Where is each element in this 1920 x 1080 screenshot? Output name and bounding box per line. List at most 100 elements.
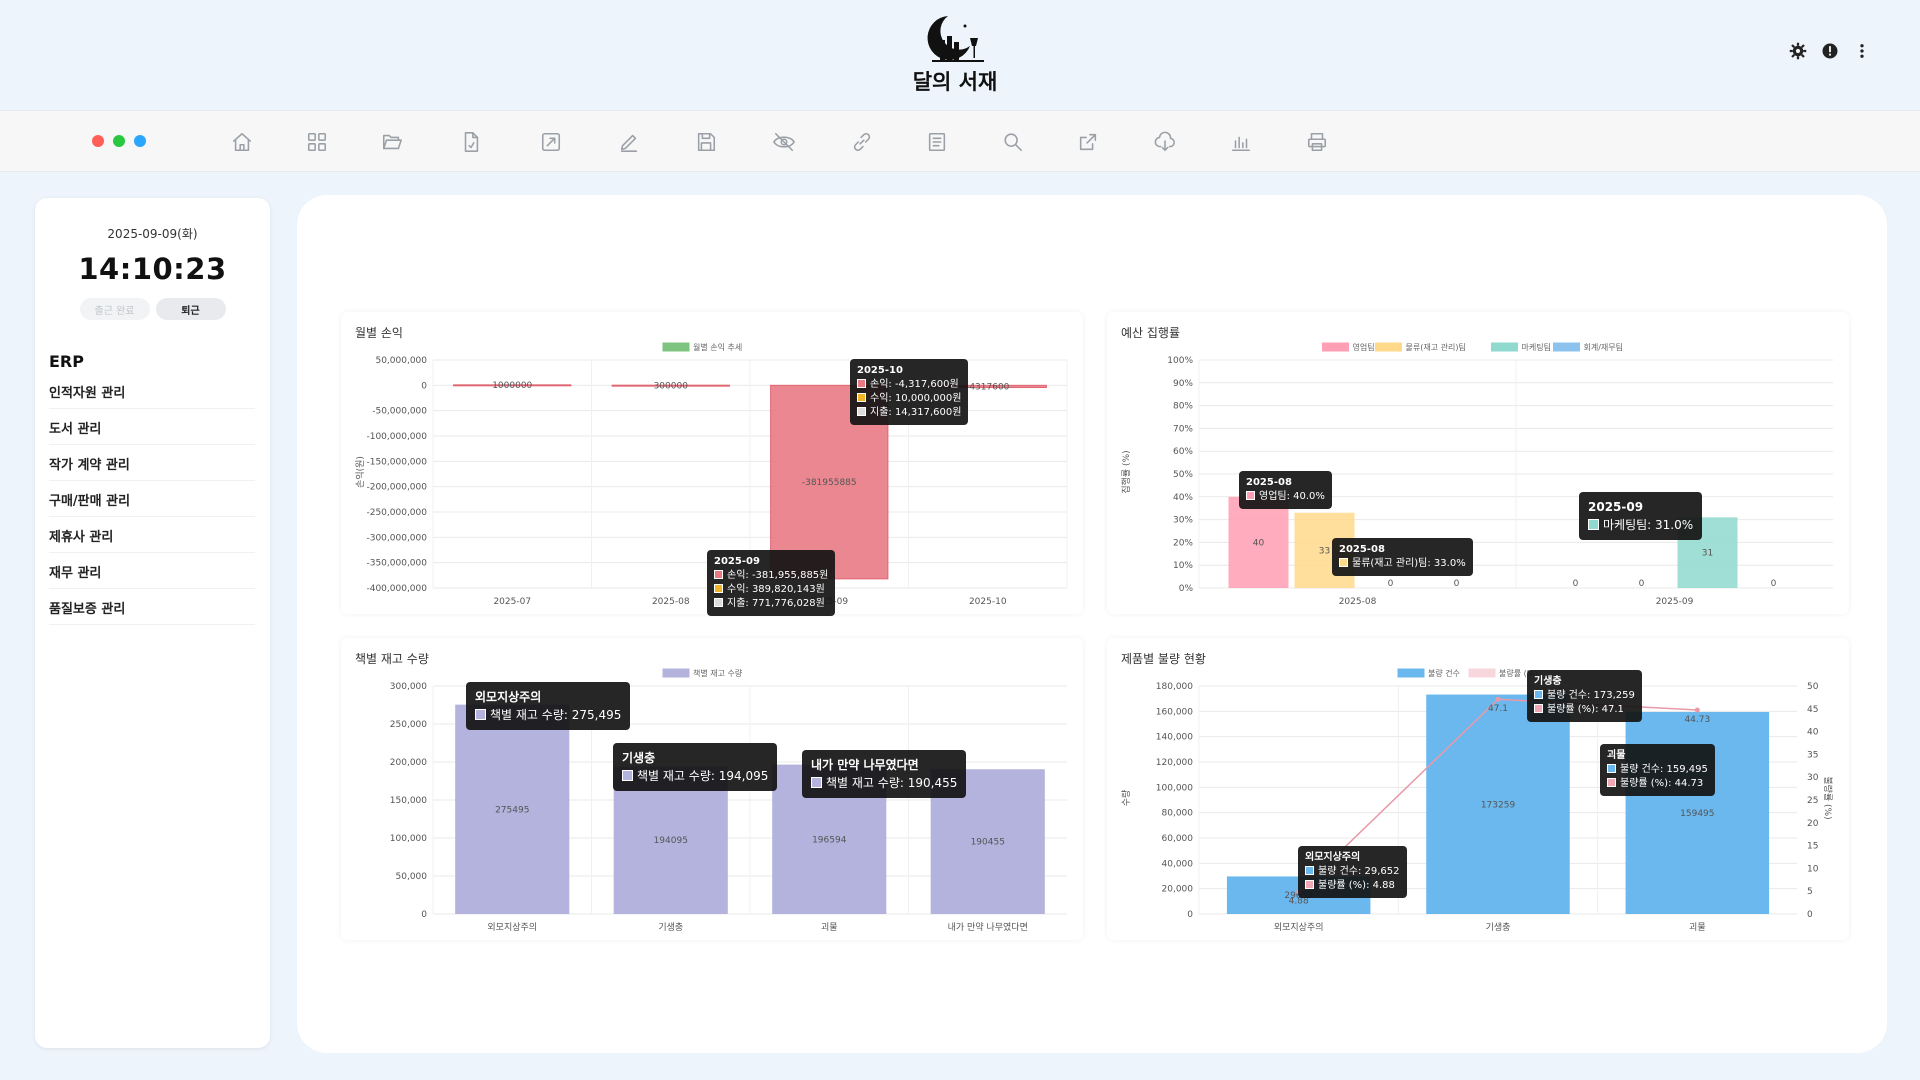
clock-out-button[interactable]: 퇴근 (155, 298, 226, 320)
y2-tick-label: 35 (1807, 750, 1818, 760)
cloud-download-icon[interactable] (1152, 129, 1178, 155)
save-icon[interactable] (693, 129, 719, 155)
eye-off-icon[interactable] (771, 129, 797, 155)
y-tick-label: 100% (1167, 356, 1193, 366)
sidebar-section-title: ERP (49, 352, 84, 371)
chart-card-defects: 제품별 불량 현황 180,000 160,000 140,000 120,000 10… (1107, 638, 1849, 940)
tooltip-inventory-4: 내가 만약 나무였다면 책별 재고 수량: 190,455 (802, 750, 967, 798)
app-title: 달의 서재 (912, 70, 998, 94)
search-icon[interactable] (1000, 129, 1026, 155)
legend-label: 책별 재고 수량 (693, 668, 743, 678)
legend-swatch (1468, 668, 1496, 678)
tooltip-budget-logistics: 2025-08 물류(재고 관리)팀: 33.0% (1332, 538, 1473, 576)
app-logo[interactable]: 달의 서재 (905, 12, 1005, 96)
y2-axis-label: 불량률 (%) (1822, 776, 1834, 819)
bar-chart-icon[interactable] (1228, 129, 1254, 155)
sidebar-item-partners[interactable]: 제휴사 관리 (49, 517, 255, 553)
window-dot-red[interactable] (92, 135, 104, 147)
sidebar-item-quality[interactable]: 품질보증 관리 (49, 589, 255, 625)
bar-data-label: 33 (1319, 546, 1330, 556)
current-time: 14:10:23 (78, 252, 227, 286)
sidebar-item-purchase-sales[interactable]: 구매/판매 관리 (49, 481, 255, 517)
legend-label: 영업팀 (1353, 342, 1375, 352)
x-tick-label: 외모지상주의 (487, 921, 537, 933)
edit-icon[interactable] (616, 129, 642, 155)
y-tick-label: 10% (1173, 561, 1193, 571)
zero-data-label: 0 (1639, 579, 1645, 589)
tooltip-inventory-2: 기생충 책별 재고 수량: 194,095 (613, 743, 778, 791)
bar-data-label: 300000 (654, 381, 689, 391)
x-tick-label: 내가 만약 나무였다면 (948, 921, 1028, 933)
window-controls (92, 135, 146, 147)
clock-in-button[interactable]: 출근 완료 (79, 298, 150, 320)
rate-point (1694, 707, 1700, 713)
external-link-icon[interactable] (1075, 129, 1101, 155)
more-vertical-icon[interactable] (1852, 41, 1872, 61)
bar-data-label: 159495 (1680, 809, 1714, 819)
sidebar-item-finance[interactable]: 재무 관리 (49, 553, 255, 589)
legend-label: 물류(재고 관리)팀 (1406, 342, 1466, 352)
y-tick-label: 50% (1173, 470, 1193, 480)
zero-data-label: 0 (1388, 579, 1394, 589)
sidebar-item-books[interactable]: 도서 관리 (49, 409, 255, 445)
link-icon[interactable] (849, 129, 875, 155)
sidebar-item-hr[interactable]: 인적자원 관리 (49, 373, 255, 409)
x-tick-label: 2025-08 (1339, 597, 1377, 607)
zero-data-label: 0 (1454, 579, 1460, 589)
tooltip-pnl-2025-10: 2025-10 손익: -4,317,600원 수익: 10,000,000원 … (850, 359, 969, 425)
home-icon[interactable] (229, 129, 255, 155)
y-tick-label: 0 (421, 381, 427, 391)
y2-tick-label: 50 (1807, 682, 1819, 692)
y-tick-label: 70% (1173, 424, 1193, 434)
y-tick-label: 100,000 (1156, 783, 1193, 793)
y-tick-label: 140,000 (1156, 733, 1193, 743)
y-tick-label: -250,000,000 (366, 508, 427, 518)
sidebar-menu: 인적자원 관리 도서 관리 작가 계약 관리 구매/판매 관리 제휴사 관리 재… (35, 373, 270, 625)
legend-swatch (662, 342, 690, 352)
print-icon[interactable] (1304, 129, 1330, 155)
legend-swatch (1491, 342, 1518, 352)
legend-label: 불량 건수 (1428, 668, 1460, 678)
grid-icon[interactable] (304, 129, 330, 155)
y-tick-label: -150,000,000 (366, 457, 427, 467)
legend-swatch (1375, 342, 1402, 352)
y2-tick-label: 10 (1807, 864, 1819, 874)
y-axis-label: 집행률 (%) (1120, 450, 1132, 493)
y-tick-label: 180,000 (1156, 682, 1193, 692)
moon-library-logo-icon (927, 16, 984, 62)
budget-rate-chart: 100% 90% 80% 70% 60% 50% 40% 30% 20% 10% 0% 영업팀 물류(재… (1120, 342, 1833, 607)
gear-icon[interactable] (1788, 41, 1808, 61)
x-tick-label: 2025-10 (969, 597, 1007, 607)
sidebar-item-author-contracts[interactable]: 작가 계약 관리 (49, 445, 255, 481)
file-icon[interactable] (458, 129, 484, 155)
y2-tick-label: 25 (1807, 796, 1818, 806)
x-tick-label: 2025-08 (652, 597, 690, 607)
app-header: 달의 서재 (0, 0, 1920, 110)
legend-label: 회계/재무팀 (1584, 342, 1624, 352)
window-dot-blue[interactable] (134, 135, 146, 147)
window-dot-green[interactable] (113, 135, 125, 147)
bar-data-label: -4317600 (966, 382, 1010, 392)
y-tick-label: 80% (1173, 402, 1193, 412)
y2-tick-label: 45 (1807, 705, 1818, 715)
y2-tick-label: 20 (1807, 819, 1819, 829)
rate-point (1495, 696, 1501, 702)
legend-swatch (1322, 342, 1349, 352)
y2-tick-label: 15 (1807, 842, 1818, 852)
alert-icon[interactable] (1820, 41, 1840, 61)
toolbar (0, 110, 1920, 172)
expand-icon[interactable] (538, 129, 564, 155)
y-tick-label: 120,000 (1156, 758, 1193, 768)
document-icon[interactable] (924, 129, 950, 155)
y-tick-label: -350,000,000 (366, 559, 427, 569)
y-tick-label: 40% (1173, 493, 1193, 503)
y-tick-label: 50,000,000 (375, 356, 427, 366)
y-tick-label: 300,000 (390, 682, 427, 692)
legend-label: 월별 손익 추세 (693, 342, 742, 352)
tooltip-budget-sales: 2025-08 영업팀: 40.0% (1239, 471, 1332, 509)
x-tick-label: 2025-09 (1656, 597, 1694, 607)
x-tick-label: 괴물 (821, 922, 838, 933)
folder-open-icon[interactable] (379, 129, 405, 155)
y-tick-label: 160,000 (1156, 707, 1193, 717)
y-tick-label: 150,000 (390, 796, 427, 806)
